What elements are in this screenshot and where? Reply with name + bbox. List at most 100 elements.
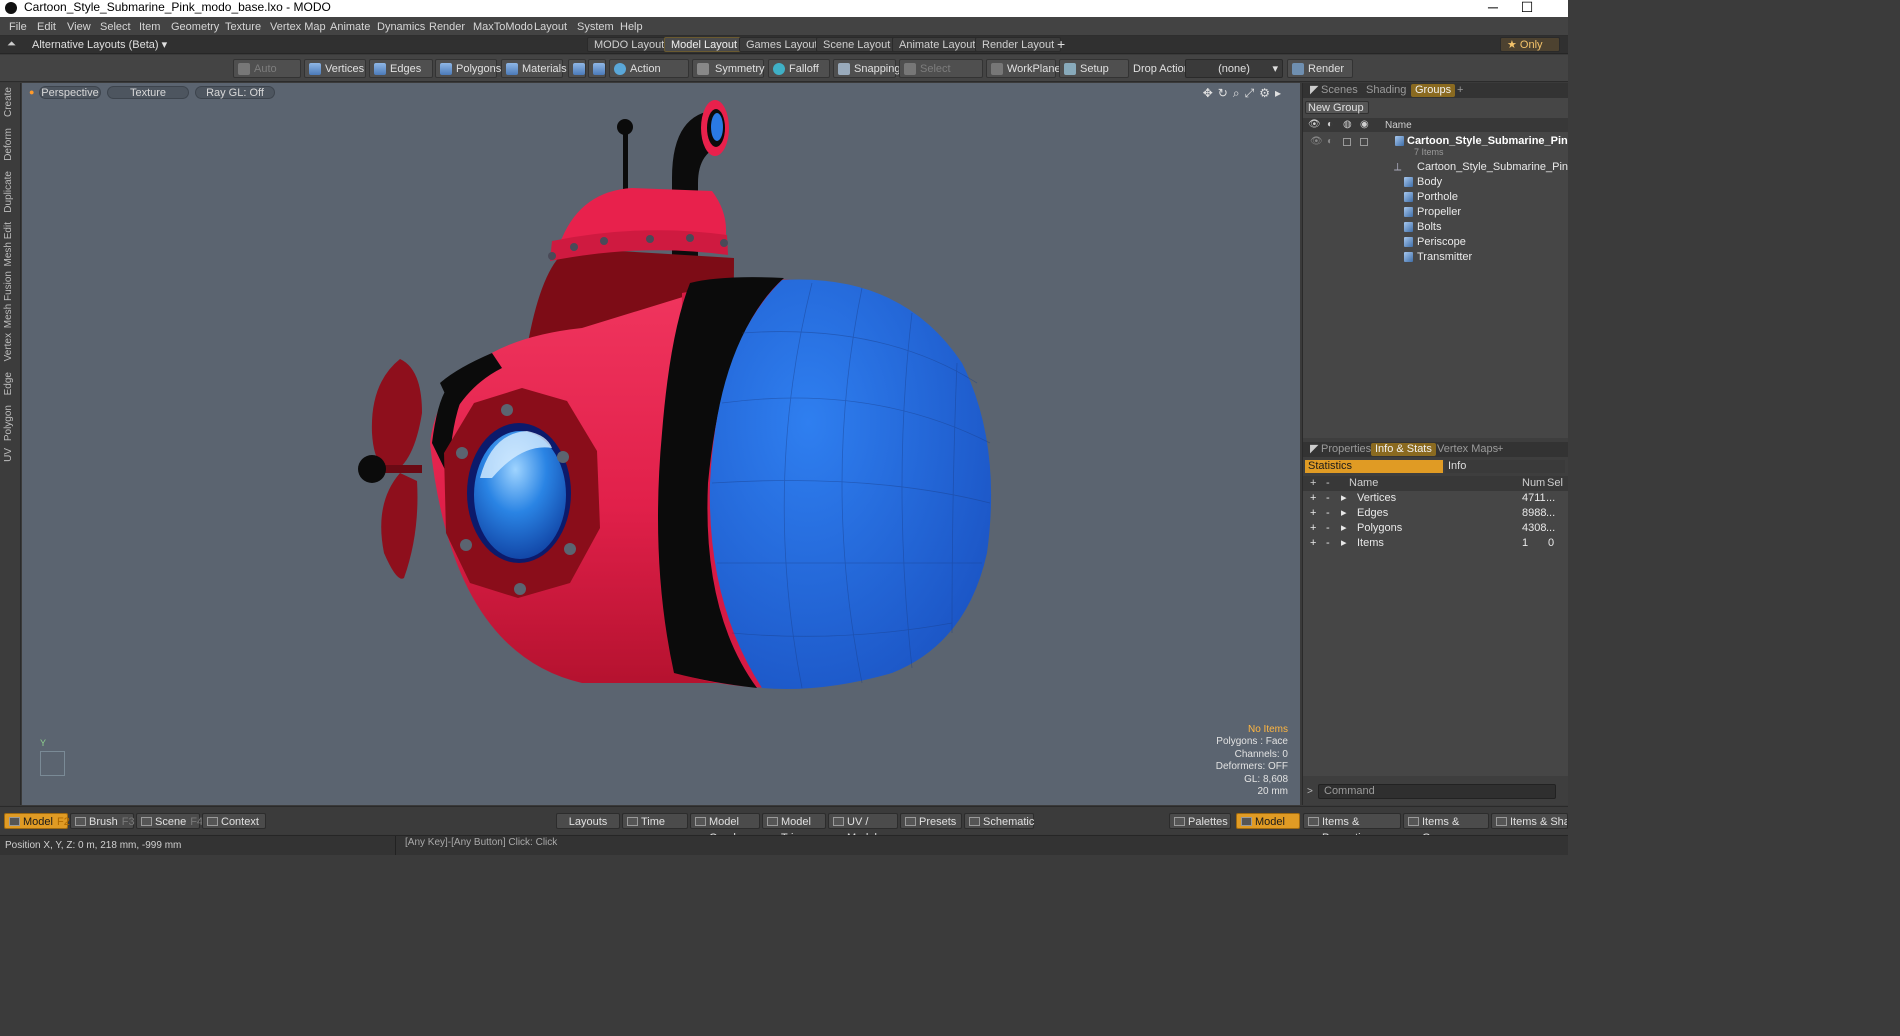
model-mode-button[interactable]: Model F2	[4, 813, 70, 829]
menu-render[interactable]: Render	[429, 21, 465, 33]
polygons-button[interactable]: Polygons	[435, 59, 501, 78]
group-item-row[interactable]: Bolts	[1303, 220, 1568, 235]
rotate-view-icon[interactable]: ↻	[1218, 86, 1233, 100]
alt-layouts-dropdown[interactable]: Alternative Layouts (Beta) ▾	[32, 38, 167, 51]
zoom-view-icon[interactable]: ⌕	[1233, 86, 1245, 100]
menu-edit[interactable]: Edit	[37, 21, 56, 33]
remove-icon[interactable]: -	[1326, 521, 1330, 536]
fit-view-icon[interactable]: ⤢	[1245, 86, 1260, 100]
select-through-button[interactable]: Select Through	[899, 59, 983, 94]
left-tab-duplicate[interactable]: Duplicate	[3, 171, 17, 213]
menu-file[interactable]: File	[9, 21, 27, 33]
menu-texture[interactable]: Texture	[225, 21, 261, 33]
select-mode-b-button[interactable]	[588, 59, 606, 78]
context-button[interactable]: Context	[202, 813, 266, 829]
stats-row[interactable]: + - ▸ Vertices 4711...	[1303, 491, 1568, 506]
group-item-row[interactable]: Transmitter	[1303, 250, 1568, 265]
visibility-icon[interactable]: 👁	[1308, 119, 1321, 130]
menu-maxtomodo[interactable]: MaxToModo	[473, 21, 533, 33]
left-tab-create[interactable]: Create	[3, 87, 17, 117]
group-item-row[interactable]: Propeller	[1303, 205, 1568, 220]
symmetry-button[interactable]: Symmetry	[692, 59, 765, 78]
add-icon[interactable]: +	[1310, 521, 1316, 536]
move-view-icon[interactable]: ✥	[1203, 86, 1218, 100]
model-tri-button[interactable]: Model Tri	[762, 813, 826, 844]
tab-scene-layout[interactable]: Scene Layout	[816, 37, 898, 52]
add-icon[interactable]: +	[1310, 506, 1316, 521]
menu-view[interactable]: View	[67, 21, 91, 33]
left-tab-deform[interactable]: Deform	[3, 128, 17, 161]
menu-help[interactable]: Help	[620, 21, 643, 33]
items-properties-button[interactable]: Items & Properties	[1303, 813, 1401, 844]
left-tab-mesh-fusion[interactable]: Mesh Fusion	[3, 271, 17, 328]
only-toggle[interactable]: ★ Only	[1500, 37, 1560, 52]
add-layout-button[interactable]: +	[1057, 36, 1065, 52]
brush-mode-button[interactable]: Brush F3	[70, 813, 135, 829]
items-shading-button[interactable]: Items & Shadin	[1491, 813, 1568, 829]
tab-modo-layout[interactable]: MODO Layout	[587, 37, 672, 52]
layouts-button[interactable]: Layouts	[556, 813, 620, 829]
left-tab-edge[interactable]: Edge	[3, 372, 17, 395]
viewport-menu-dot-icon[interactable]: ●	[29, 87, 34, 97]
stats-row[interactable]: + - ▸ Edges 8988...	[1303, 506, 1568, 521]
group-item-row[interactable]: Periscope	[1303, 235, 1568, 250]
tab-model-layout[interactable]: Model Layout	[664, 37, 745, 52]
shading-texture-button[interactable]: Texture	[107, 86, 189, 99]
menu-layout[interactable]: Layout	[534, 21, 567, 33]
maximize-button[interactable]: ☐	[1512, 0, 1542, 14]
auto-select-button[interactable]: Auto Select	[233, 59, 301, 94]
group-item-row[interactable]: Porthole	[1303, 190, 1568, 205]
root-select-checkbox[interactable]	[1360, 138, 1368, 146]
vertices-button[interactable]: Vertices	[304, 59, 366, 78]
edges-button[interactable]: Edges	[369, 59, 433, 78]
falloff-button[interactable]: Falloff	[768, 59, 830, 78]
menu-vertex-map[interactable]: Vertex Map	[270, 21, 326, 33]
tab-games-layout[interactable]: Games Layout	[739, 37, 825, 52]
menu-geometry[interactable]: Geometry	[171, 21, 219, 33]
tab-vertex-maps[interactable]: Vertex Maps	[1433, 443, 1502, 456]
add-tab-button[interactable]: +	[1453, 84, 1467, 97]
add-icon[interactable]: +	[1310, 491, 1316, 506]
left-tab-polygon[interactable]: Polygon	[3, 405, 17, 441]
stats-row[interactable]: + - ▸ Polygons 4308...	[1303, 521, 1568, 536]
root-render-icon[interactable]: ◐	[1327, 134, 1333, 149]
workplane-button[interactable]: WorkPlane	[986, 59, 1061, 78]
lock-col-icon[interactable]: ◍	[1343, 119, 1352, 130]
viewport-more-icon[interactable]: ▸	[1275, 86, 1286, 100]
tab-info-stats[interactable]: Info & Stats	[1371, 443, 1436, 456]
model-layout-button[interactable]: Model	[1236, 813, 1300, 829]
remove-icon[interactable]: -	[1326, 506, 1330, 521]
items-groups-button[interactable]: Items & Groups	[1403, 813, 1489, 844]
menu-select[interactable]: Select	[100, 21, 131, 33]
uv-model-button[interactable]: UV / Model	[828, 813, 898, 844]
subtab-statistics[interactable]: Statistics	[1305, 460, 1443, 473]
left-tab-mesh-edit[interactable]: Mesh Edit	[3, 222, 17, 266]
add-tab-button[interactable]: +	[1493, 443, 1507, 456]
view-perspective-button[interactable]: Perspective	[39, 86, 101, 99]
root-visibility-icon[interactable]: 👁	[1310, 134, 1323, 149]
layout-up-icon[interactable]: ⏶	[7, 38, 16, 51]
palettes-button[interactable]: Palettes	[1169, 813, 1231, 829]
render-button[interactable]: Render F9	[1287, 59, 1353, 94]
time-button[interactable]: Time	[622, 813, 688, 829]
root-lock-checkbox[interactable]	[1343, 138, 1351, 146]
tab-groups[interactable]: Groups	[1411, 84, 1456, 97]
collapse-all-icon[interactable]: -	[1326, 476, 1330, 491]
select-col-icon[interactable]: ◉	[1360, 119, 1369, 130]
tab-properties[interactable]: Properties	[1317, 443, 1375, 456]
select-mode-a-button[interactable]	[568, 59, 586, 78]
setup-mode-button[interactable]: Setup Mode	[1059, 59, 1129, 94]
drop-action-select[interactable]: (none) ▾	[1185, 59, 1283, 78]
remove-icon[interactable]: -	[1326, 491, 1330, 506]
viewport-settings-icon[interactable]: ⚙	[1259, 86, 1275, 100]
menu-dynamics[interactable]: Dynamics	[377, 21, 425, 33]
left-tab-uv[interactable]: UV	[3, 448, 17, 462]
expand-arrow-icon[interactable]: ▸	[1341, 521, 1347, 536]
tab-scenes[interactable]: Scenes	[1317, 84, 1362, 97]
expand-arrow-icon[interactable]: ▸	[1341, 536, 1347, 551]
subtab-info[interactable]: Info	[1445, 460, 1565, 473]
tab-shading[interactable]: Shading	[1362, 84, 1410, 97]
expand-arrow-icon[interactable]: ▸	[1341, 491, 1347, 506]
menu-system[interactable]: System	[577, 21, 614, 33]
scene-mode-button[interactable]: Scene F4	[136, 813, 203, 829]
